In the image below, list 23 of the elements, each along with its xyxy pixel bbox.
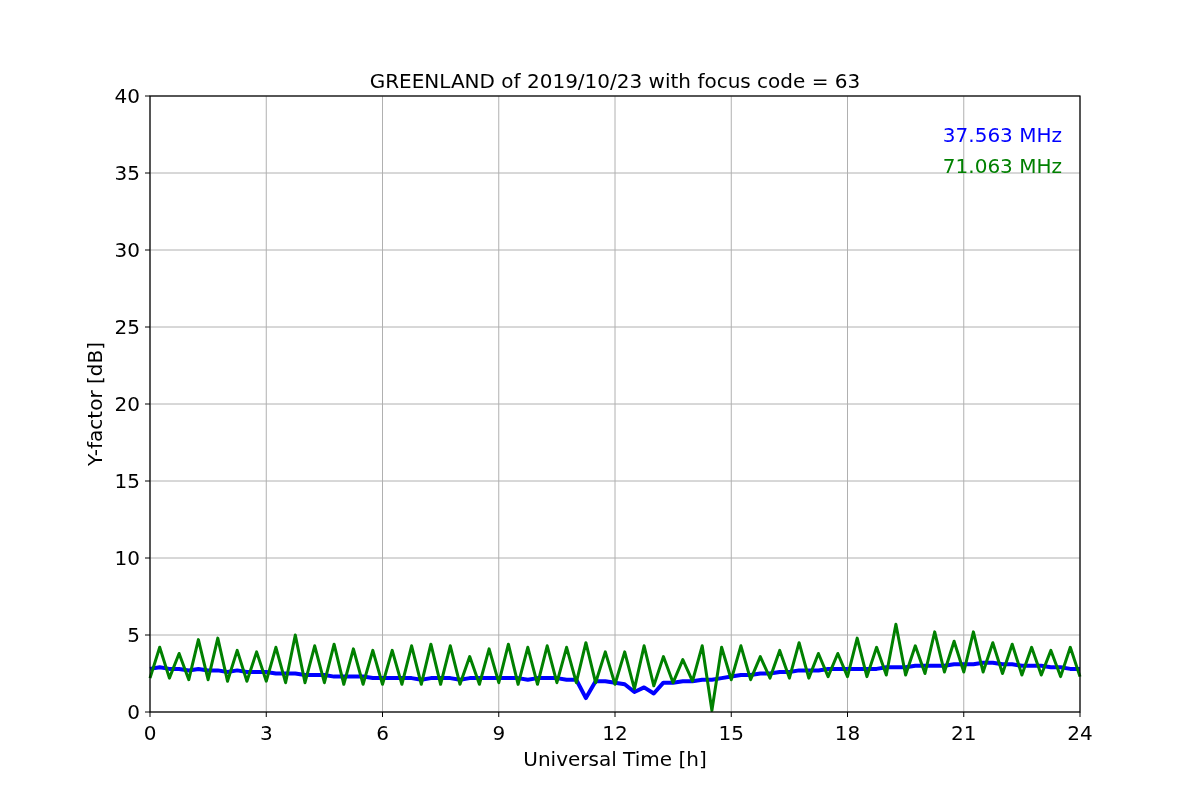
tick-label: 9 <box>492 721 506 745</box>
axis-label: Universal Time [h] <box>523 747 707 771</box>
tick-label: 15 <box>718 721 744 745</box>
tick-label: 21 <box>951 721 977 745</box>
tick-label: 35 <box>114 161 140 185</box>
tick-label: 15 <box>114 469 140 493</box>
axis-label: Y-factor [dB] <box>83 342 107 466</box>
tick-label: 30 <box>114 238 140 262</box>
tick-label: 5 <box>127 623 140 647</box>
tick-label: 10 <box>114 546 140 570</box>
legend-label: 71.063 MHz <box>942 154 1062 178</box>
tick-label: 20 <box>114 392 140 416</box>
tick-label: 24 <box>1067 721 1093 745</box>
tick-label: 6 <box>376 721 389 745</box>
tick-label: 25 <box>114 315 140 339</box>
chart-title: GREENLAND of 2019/10/23 with focus code = 63 <box>369 69 861 93</box>
tick-label: 40 <box>114 84 140 108</box>
tick-label: 0 <box>143 721 157 745</box>
tick-label: 12 <box>602 721 628 745</box>
tick-label: 3 <box>259 721 273 745</box>
tick-label: 0 <box>127 700 140 724</box>
legend-label: 37.563 MHz <box>942 123 1062 147</box>
tick-label: 18 <box>834 721 861 745</box>
